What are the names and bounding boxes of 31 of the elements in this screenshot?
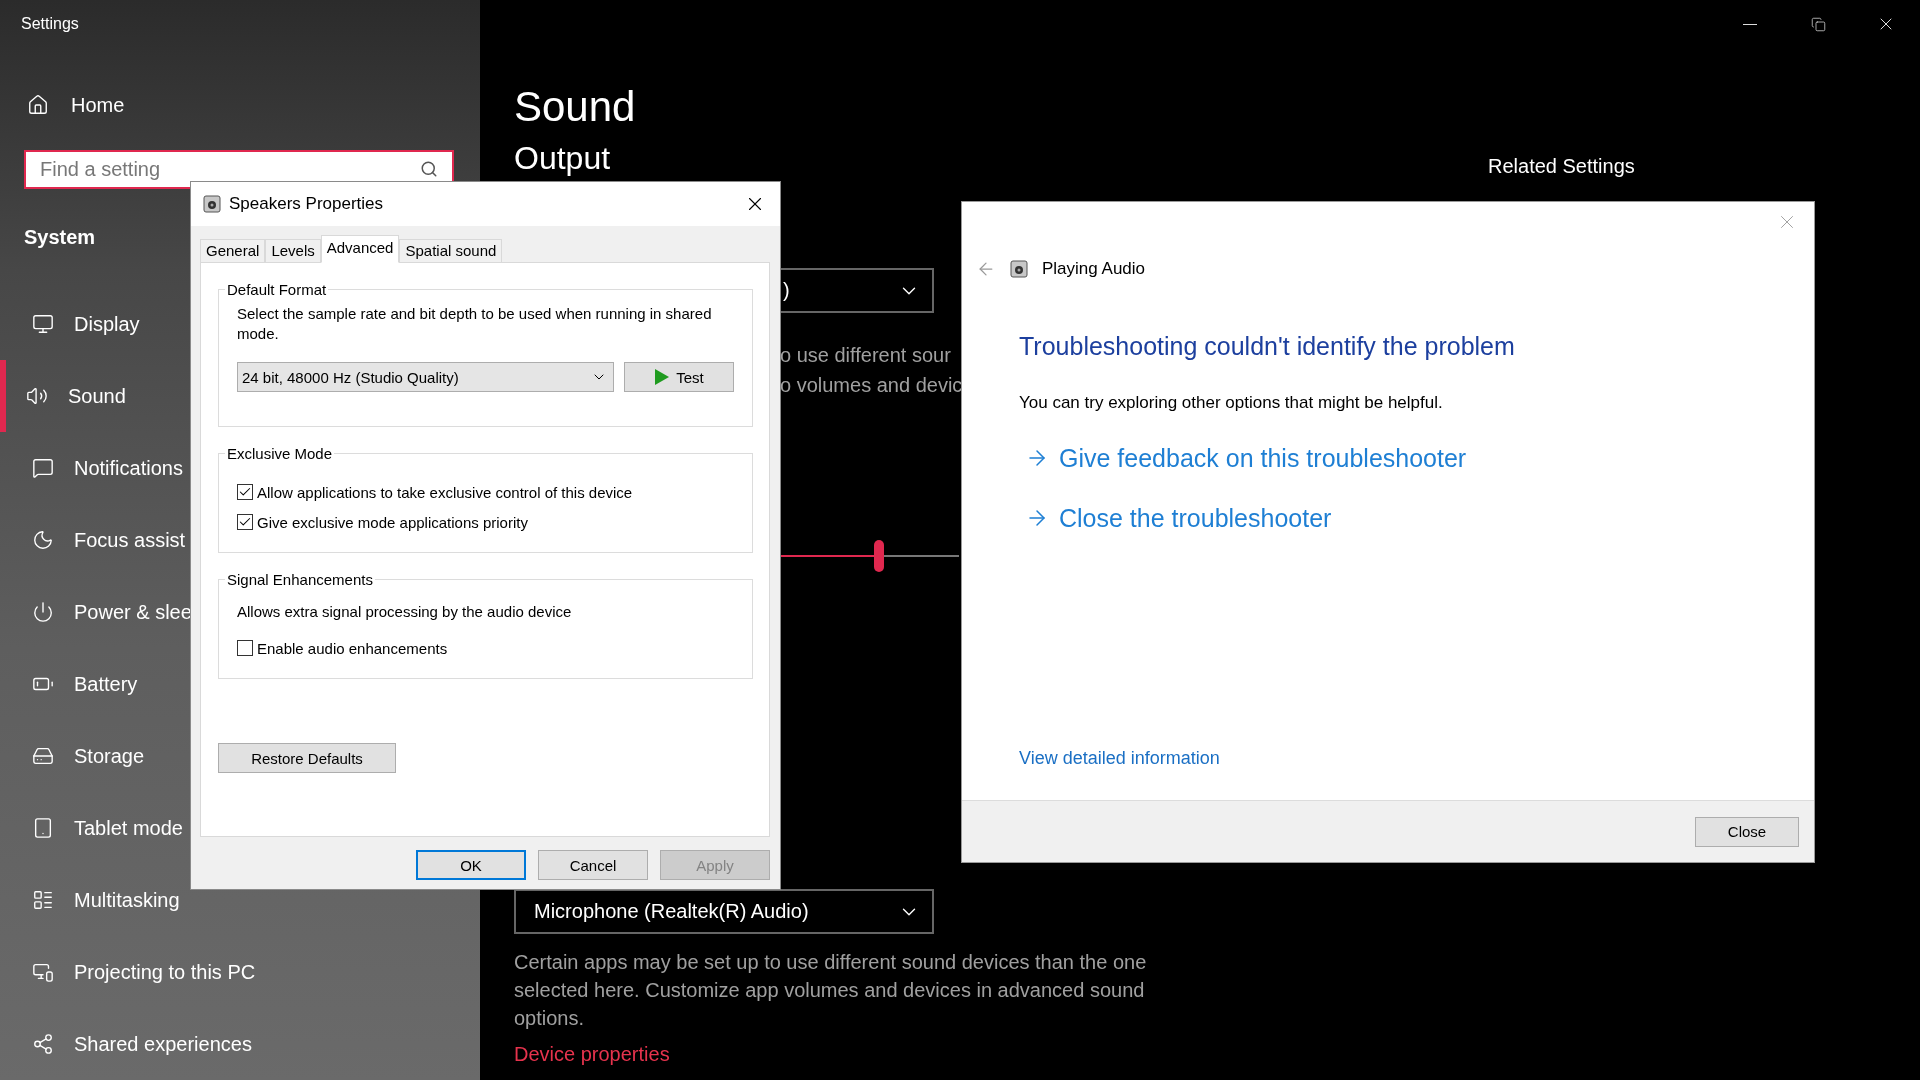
note-text: o use different sour [780,343,952,368]
checkbox-label: Allow applications to take exclusive control of this device [257,483,633,501]
sidebar-item-label: Power & slee [74,600,192,624]
sidebar-item-label: Tablet mode [74,816,183,840]
checkbox-label: Enable audio enhancements [257,639,448,657]
description-text: Select the sample rate and bit depth to be used when running in shared mode. [237,304,713,344]
note-text: o volumes and devic [780,373,963,398]
sidebar-item-label: Display [74,312,140,336]
dialog-title: Playing Audio [1042,259,1146,279]
sidebar-item-label: Storage [74,744,145,768]
sidebar-item-label: Projecting to this PC [74,960,256,984]
description-text: Allows extra signal processing by the audio device [237,602,573,622]
dialog-title: Speakers Properties [229,194,385,214]
group-title: Default Format [226,281,328,298]
section-heading: Output [514,139,611,178]
sidebar-item-label: Focus assist [74,528,186,552]
sidebar-item-label: Sound [68,384,126,408]
section-title: System [24,225,96,250]
group-title: Exclusive Mode [226,445,334,462]
message-text: You can try exploring other options that might be helpful. [1019,392,1443,414]
sidebar-item-label: Shared experiences [74,1032,252,1056]
window-title: Settings [20,14,79,34]
group-title: Signal Enhancements [226,571,374,588]
sidebar-item-label: Multitasking [74,888,180,912]
sidebar-item-label: Battery [74,672,138,696]
checkbox-label: Give exclusive mode applications priority [257,513,528,531]
sidebar-item-label: Notifications [74,456,183,480]
info-text: Certain apps may be set up to use different sound devices than the one selected here. Customize app volumes and devices in advanced sound options. [514,950,1148,1031]
related-settings-title: Related Settings [1488,154,1635,179]
page-title: Sound [514,82,636,132]
result-heading: Troubleshooting couldn't identify the problem [1019,331,1515,362]
